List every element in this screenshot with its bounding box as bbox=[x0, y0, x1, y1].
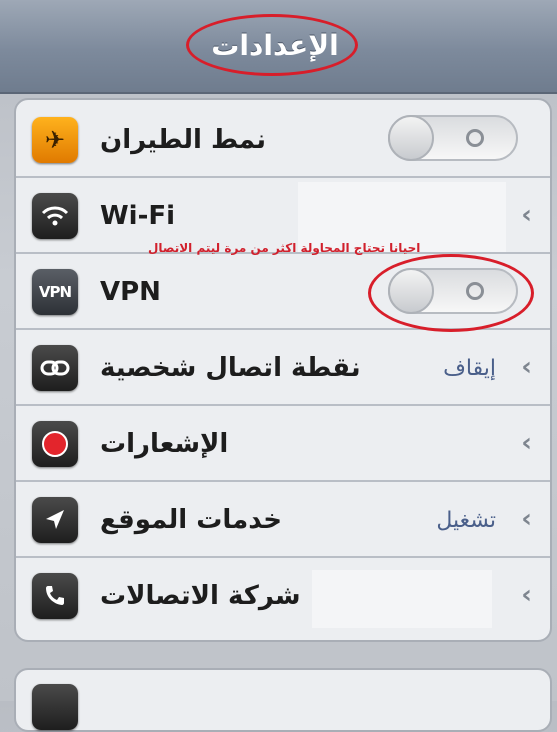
airplane-mode-toggle[interactable] bbox=[388, 115, 518, 161]
airplane-icon: ✈ bbox=[32, 117, 78, 163]
carrier-name-redaction bbox=[312, 570, 492, 628]
location-services-value: تشغيل bbox=[436, 508, 496, 533]
vpn-label: VPN bbox=[100, 277, 161, 307]
phone-icon bbox=[32, 573, 78, 619]
toggle-off-indicator bbox=[466, 129, 484, 147]
wifi-label: Wi-Fi bbox=[100, 201, 176, 231]
settings-row-carrier[interactable]: شركة الاتصالات ‹ bbox=[16, 556, 550, 632]
vpn-highlight-annotation bbox=[368, 254, 534, 332]
chevron-icon: ‹ bbox=[521, 580, 532, 610]
sound-icon bbox=[32, 684, 78, 730]
settings-group: ✈ نمط الطيران Wi-Fi ‹ VPN VPN نقطة اتصال… bbox=[14, 98, 552, 642]
annotation-note: احيانا تحتاج المحاولة اكثر من مرة ليتم ا… bbox=[148, 241, 421, 255]
wifi-icon bbox=[32, 193, 78, 239]
link-icon bbox=[32, 345, 78, 391]
personal-hotspot-value: إيقاف bbox=[443, 356, 496, 381]
location-services-label: خدمات الموقع bbox=[100, 505, 282, 535]
chevron-icon: ‹ bbox=[521, 504, 532, 534]
vpn-icon: VPN bbox=[32, 269, 78, 315]
personal-hotspot-label: نقطة اتصال شخصية bbox=[100, 353, 361, 383]
navigation-bar: الإعدادات bbox=[0, 0, 557, 94]
location-arrow-icon bbox=[32, 497, 78, 543]
carrier-label: شركة الاتصالات bbox=[100, 581, 301, 611]
toggle-knob bbox=[388, 115, 434, 161]
notifications-icon bbox=[32, 421, 78, 467]
title-highlight-annotation bbox=[186, 14, 358, 76]
chevron-icon: ‹ bbox=[521, 200, 532, 230]
chevron-icon: ‹ bbox=[521, 352, 532, 382]
settings-row-notifications[interactable]: الإشعارات ‹ bbox=[16, 404, 550, 482]
settings-group-2 bbox=[14, 668, 552, 732]
settings-row-personal-hotspot[interactable]: نقطة اتصال شخصية إيقاف ‹ bbox=[16, 328, 550, 406]
settings-row-location-services[interactable]: خدمات الموقع تشغيل ‹ bbox=[16, 480, 550, 558]
settings-row-airplane-mode[interactable]: ✈ نمط الطيران bbox=[16, 100, 550, 178]
notifications-label: الإشعارات bbox=[100, 429, 229, 459]
airplane-mode-label: نمط الطيران bbox=[100, 125, 266, 155]
chevron-icon: ‹ bbox=[521, 428, 532, 458]
